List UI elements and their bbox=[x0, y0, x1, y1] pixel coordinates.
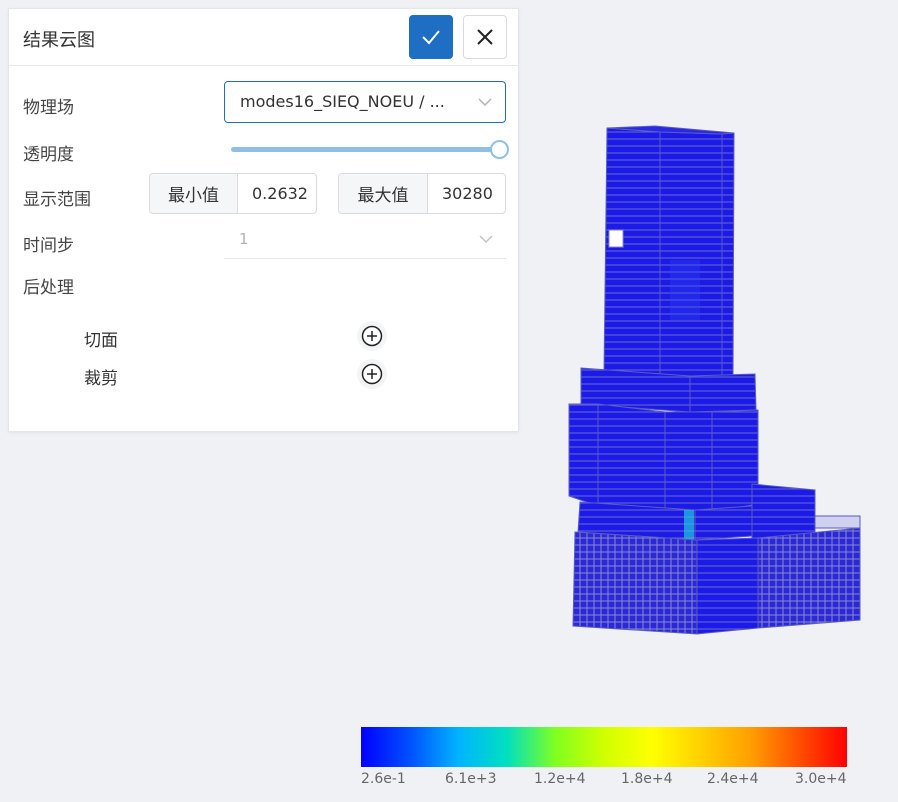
confirm-button[interactable] bbox=[409, 15, 453, 59]
viewport[interactable]: 2.6e-1 6.1e+3 1.2e+4 1.8e+4 2.4e+4 3.0e+… bbox=[0, 0, 898, 802]
panel-header: 结果云图 bbox=[9, 9, 518, 66]
podium-front-face bbox=[696, 537, 759, 635]
max-value-input[interactable]: 30280 bbox=[442, 184, 504, 203]
timestep-value: 1 bbox=[239, 230, 249, 248]
tower-right-face bbox=[659, 131, 723, 379]
panel-title: 结果云图 bbox=[23, 30, 95, 51]
display-range-label: 显示范围 bbox=[23, 190, 91, 210]
tower-window bbox=[608, 229, 624, 248]
chevron-down-icon bbox=[478, 98, 492, 107]
timestep-label: 时间步 bbox=[23, 236, 74, 256]
timestep-select[interactable]: 1 bbox=[224, 227, 506, 259]
physics-field-label: 物理场 bbox=[23, 98, 74, 118]
middle-center-face bbox=[664, 411, 713, 513]
physics-field-select[interactable]: modes16_SIEQ_NOEU / ... bbox=[224, 81, 506, 123]
physics-field-value: modes16_SIEQ_NOEU / ... bbox=[240, 92, 445, 111]
close-icon bbox=[477, 29, 493, 45]
colorbar-tick: 1.2e+4 bbox=[534, 771, 586, 787]
add-slice-button[interactable] bbox=[357, 321, 387, 351]
min-value-input[interactable]: 0.2632 bbox=[252, 184, 314, 203]
clip-label: 裁剪 bbox=[84, 369, 118, 389]
lower-belt-right bbox=[694, 505, 753, 541]
colorbar-tick: 3.0e+4 bbox=[795, 771, 847, 787]
colorbar-tick: 6.1e+3 bbox=[445, 771, 497, 787]
colorbar bbox=[361, 727, 847, 767]
annex-block bbox=[751, 483, 816, 539]
middle-front-face bbox=[597, 403, 666, 513]
colorbar-tick: 2.4e+4 bbox=[707, 771, 759, 787]
opacity-slider-handle[interactable] bbox=[490, 140, 509, 159]
postprocess-label: 后处理 bbox=[23, 278, 74, 298]
plus-circle-icon bbox=[361, 363, 383, 385]
colorbar-tick: 1.8e+4 bbox=[621, 771, 673, 787]
middle-right-face bbox=[711, 409, 759, 513]
result-contour-panel: 结果云图 物理场 modes16_SIEQ_NOEU / ... 透明度 显示范… bbox=[8, 8, 519, 432]
middle-upper-right bbox=[689, 373, 757, 413]
min-value-label: 最小值 bbox=[150, 174, 238, 213]
podium-right-face bbox=[757, 527, 861, 629]
max-value-group: 最大值 30280 bbox=[338, 173, 506, 214]
plus-circle-icon bbox=[361, 325, 383, 347]
check-icon bbox=[422, 30, 440, 45]
tower-right-edge bbox=[721, 132, 735, 379]
close-button[interactable] bbox=[463, 15, 507, 59]
chevron-down-icon bbox=[479, 235, 493, 244]
slice-label: 切面 bbox=[84, 331, 118, 351]
add-clip-button[interactable] bbox=[357, 359, 387, 389]
min-value-group: 最小值 0.2632 bbox=[149, 173, 317, 214]
tower-left-face bbox=[603, 127, 661, 379]
colorbar-tick: 2.6e-1 bbox=[361, 771, 406, 787]
opacity-slider-track[interactable] bbox=[231, 147, 499, 152]
annex-roof-rail bbox=[814, 515, 861, 529]
opacity-label: 透明度 bbox=[23, 145, 74, 165]
middle-left-face bbox=[568, 403, 599, 507]
max-value-label: 最大值 bbox=[339, 174, 428, 213]
podium-left-face bbox=[572, 531, 698, 635]
